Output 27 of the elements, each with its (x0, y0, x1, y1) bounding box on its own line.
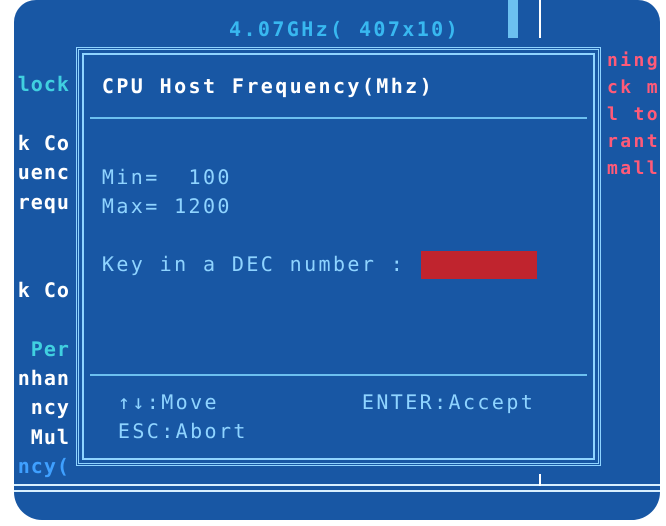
setting-label: k Co (18, 130, 70, 157)
help-text: ning (607, 49, 660, 73)
setting-label: Per (30, 336, 70, 363)
input-prompt: Key in a DEC number : (102, 251, 406, 278)
min-value: Min= 100 (102, 164, 233, 191)
key-hint: ↑↓:Move (118, 389, 220, 416)
cpu-clock-reading: 4.07GHz( 407x10) (229, 16, 460, 43)
help-text: rant (607, 130, 660, 154)
setting-label: lock (18, 71, 70, 98)
setting-label: ncy( (18, 453, 70, 480)
setting-label: k Co (18, 276, 70, 304)
dialog-title: CPU Host Frequency(Mhz) (102, 73, 434, 100)
setting-label: nhan (18, 364, 70, 392)
help-text: ck m (607, 76, 660, 100)
help-text: mall (607, 157, 660, 181)
number-input-field[interactable] (421, 250, 538, 278)
setting-label: Mul (30, 424, 70, 451)
key-hint: ENTER:Accept (362, 389, 536, 416)
column-divider (539, 0, 541, 38)
scrollbar-thumb (508, 0, 518, 38)
max-value: Max= 1200 (102, 193, 233, 220)
setting-label: requ (18, 188, 70, 216)
setting-label: ncy (30, 394, 70, 422)
setting-label: uenc (18, 159, 70, 186)
key-hint: ESC:Abort (118, 418, 249, 445)
column-divider (539, 474, 541, 486)
help-text: l to (607, 103, 660, 127)
